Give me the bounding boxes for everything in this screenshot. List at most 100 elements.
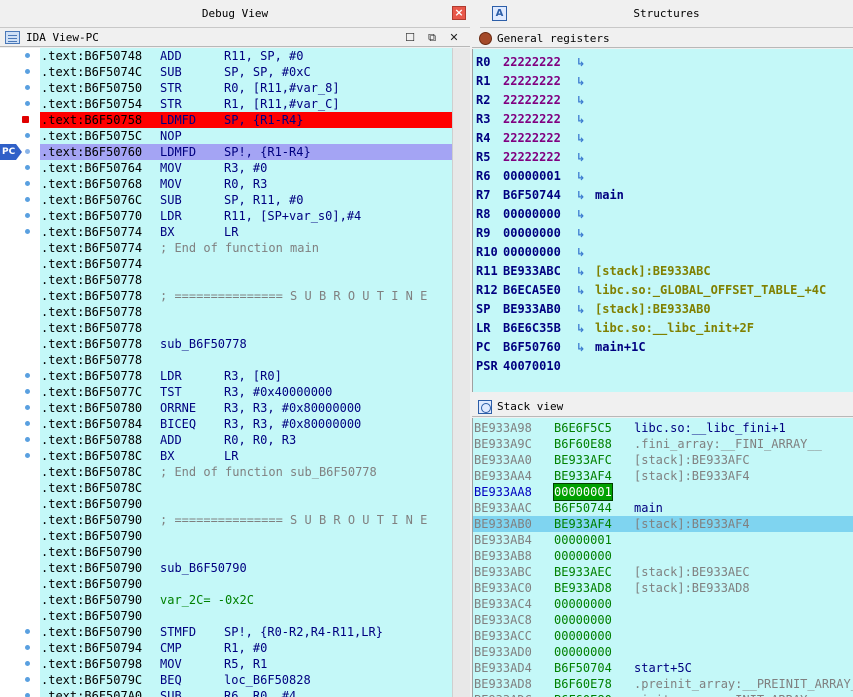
code-line[interactable]: .text:B6F50790 ; =============== S U B R … <box>40 512 452 528</box>
register-value[interactable]: 22222222 <box>503 129 561 148</box>
stack-row[interactable]: BE933AC0 BE933AD8 [stack]:BE933AD8 <box>473 580 853 596</box>
stack-row[interactable]: BE933AB0 BE933AF4 [stack]:BE933AF4 <box>473 516 853 532</box>
register-value[interactable]: BE933AB0 <box>503 300 561 319</box>
code-line[interactable]: .text:B6F50788 ADD R0, R0, R3 <box>40 432 452 448</box>
register-row[interactable]: R8 00000000 ↳ <box>476 205 852 224</box>
code-line[interactable]: .text:B6F50770 LDR R11, [SP+var_s0],#4 <box>40 208 452 224</box>
register-row[interactable]: PSR 40070010 <box>476 357 852 376</box>
code-line[interactable]: .text:B6F50774 ; End of function main <box>40 240 452 256</box>
trace-dot-icon[interactable] <box>25 421 30 426</box>
jump-arrow-icon[interactable]: ↳ <box>576 205 585 224</box>
stack-value[interactable]: 00000000 <box>554 628 612 644</box>
register-value[interactable]: B6ECA5E0 <box>503 281 561 300</box>
stack-row[interactable]: BE933ACC 00000000 <box>473 628 853 644</box>
register-value[interactable]: 00000000 <box>503 243 561 262</box>
stack-row[interactable]: BE933AB8 00000000 <box>473 548 853 564</box>
register-row[interactable]: R9 00000000 ↳ <box>476 224 852 243</box>
register-value[interactable]: B6F50744 <box>503 186 561 205</box>
stack-reference[interactable]: start+5C <box>634 660 692 676</box>
trace-dot-icon[interactable] <box>25 69 30 74</box>
trace-dot-icon[interactable] <box>25 149 30 154</box>
trace-dot-icon[interactable] <box>25 229 30 234</box>
code-line[interactable]: .text:B6F5078C ; End of function sub_B6F5… <box>40 464 452 480</box>
register-row[interactable]: R1 22222222 ↳ <box>476 72 852 91</box>
trace-dot-icon[interactable] <box>25 213 30 218</box>
register-value[interactable]: 22222222 <box>503 110 561 129</box>
stack-reference[interactable]: [stack]:BE933AD8 <box>634 580 750 596</box>
jump-arrow-icon[interactable]: ↳ <box>576 129 585 148</box>
code-line[interactable]: .text:B6F50790 var_2C= -0x2C <box>40 592 452 608</box>
trace-dot-icon[interactable] <box>25 645 30 650</box>
float-window-icon[interactable]: ⧉ <box>424 29 440 47</box>
stack-reference[interactable]: libc.so:__libc_fini+1 <box>634 420 786 436</box>
stack-value[interactable]: BE933AF4 <box>554 516 612 532</box>
code-line[interactable]: .text:B6F50778 <box>40 304 452 320</box>
code-line[interactable]: .text:B6F5077C TST R3, #0x40000000 <box>40 384 452 400</box>
stack-value[interactable]: B6F50744 <box>554 500 612 516</box>
stack-value[interactable]: 00000000 <box>554 644 612 660</box>
register-value[interactable]: 00000000 <box>503 205 561 224</box>
code-line[interactable]: .text:B6F5078C BX LR <box>40 448 452 464</box>
stack-row[interactable]: BE933A98 B6E6F5C5 libc.so:__libc_fini+1 <box>473 420 853 436</box>
trace-dot-icon[interactable] <box>25 629 30 634</box>
register-row[interactable]: R3 22222222 ↳ <box>476 110 852 129</box>
stack-row[interactable]: BE933AA4 BE933AF4 [stack]:BE933AF4 <box>473 468 853 484</box>
code-line[interactable]: .text:B6F50790 <box>40 576 452 592</box>
stack-reference[interactable]: [stack]:BE933AF4 <box>634 516 750 532</box>
register-value[interactable]: 22222222 <box>503 53 561 72</box>
stack-row[interactable]: BE933AAC B6F50744 main <box>473 500 853 516</box>
code-line[interactable]: .text:B6F50798 MOV R5, R1 <box>40 656 452 672</box>
stack-reference[interactable]: [stack]:BE933AEC <box>634 564 750 580</box>
code-line[interactable]: .text:B6F50784 BICEQ R3, R3, #0x80000000 <box>40 416 452 432</box>
trace-dot-icon[interactable] <box>25 85 30 90</box>
register-value[interactable]: BE933ABC <box>503 262 561 281</box>
code-line[interactable]: .text:B6F50778 <box>40 272 452 288</box>
stack-row[interactable]: BE933ABC BE933AEC [stack]:BE933AEC <box>473 564 853 580</box>
code-line[interactable]: .text:B6F5076C SUB SP, R11, #0 <box>40 192 452 208</box>
restore-icon[interactable]: ☐ <box>402 29 418 47</box>
trace-dot-icon[interactable] <box>25 181 30 186</box>
code-line[interactable]: .text:B6F50778 <box>40 320 452 336</box>
stack-row[interactable]: BE933AA0 BE933AFC [stack]:BE933AFC <box>473 452 853 468</box>
trace-dot-icon[interactable] <box>25 453 30 458</box>
register-row[interactable]: R5 22222222 ↳ <box>476 148 852 167</box>
code-line[interactable]: .text:B6F50778 sub_B6F50778 <box>40 336 452 352</box>
disassembly-listing[interactable]: .text:B6F50748 ADD R11, SP, #0 .text:B6F507… <box>40 48 452 697</box>
register-value[interactable]: 22222222 <box>503 148 561 167</box>
breakpoint-gutter[interactable]: PC <box>0 48 40 697</box>
jump-arrow-icon[interactable]: ↳ <box>576 338 585 357</box>
jump-arrow-icon[interactable]: ↳ <box>576 300 585 319</box>
stack-row[interactable]: BE933AD0 00000000 <box>473 644 853 660</box>
stack-reference[interactable]: [stack]:BE933AFC <box>634 452 750 468</box>
stack-row[interactable]: BE933ADC B6F60E80 .init_array:__INIT_ARRAY… <box>473 692 853 697</box>
jump-arrow-icon[interactable]: ↳ <box>576 243 585 262</box>
jump-arrow-icon[interactable]: ↳ <box>576 53 585 72</box>
register-value[interactable]: B6E6C35B <box>503 319 561 338</box>
register-value[interactable]: 40070010 <box>503 357 561 376</box>
stack-value[interactable]: 00000000 <box>554 596 612 612</box>
tab-structures[interactable]: A Structures <box>480 0 853 28</box>
stack-value[interactable]: BE933AD8 <box>554 580 612 596</box>
code-line[interactable]: .text:B6F50758 LDMFD SP, {R1-R4} <box>40 112 452 128</box>
register-value[interactable]: B6F50760 <box>503 338 561 357</box>
close-icon[interactable]: × <box>452 6 466 20</box>
jump-arrow-icon[interactable]: ↳ <box>576 186 585 205</box>
code-line[interactable]: .text:B6F50774 BX LR <box>40 224 452 240</box>
code-line[interactable]: .text:B6F50754 STR R1, [R11,#var_C] <box>40 96 452 112</box>
jump-arrow-icon[interactable]: ↳ <box>576 167 585 186</box>
stack-row[interactable]: BE933AB4 00000001 <box>473 532 853 548</box>
code-line[interactable]: .text:B6F5078C <box>40 480 452 496</box>
trace-dot-icon[interactable] <box>25 165 30 170</box>
stack-value[interactable]: 00000001 <box>553 483 613 501</box>
tab-debug-view[interactable]: Debug View × <box>0 0 470 28</box>
code-line[interactable]: .text:B6F50790 <box>40 496 452 512</box>
code-line[interactable]: .text:B6F50774 <box>40 256 452 272</box>
register-row[interactable]: R6 00000001 ↳ <box>476 167 852 186</box>
register-reference[interactable]: libc.so:__libc_init+2F <box>595 319 754 338</box>
trace-dot-icon[interactable] <box>25 133 30 138</box>
register-value[interactable]: 00000000 <box>503 224 561 243</box>
breakpoint-icon[interactable] <box>22 116 29 123</box>
stack-value[interactable]: BE933AEC <box>554 564 612 580</box>
stack-row[interactable]: BE933AD4 B6F50704 start+5C <box>473 660 853 676</box>
trace-dot-icon[interactable] <box>25 661 30 666</box>
